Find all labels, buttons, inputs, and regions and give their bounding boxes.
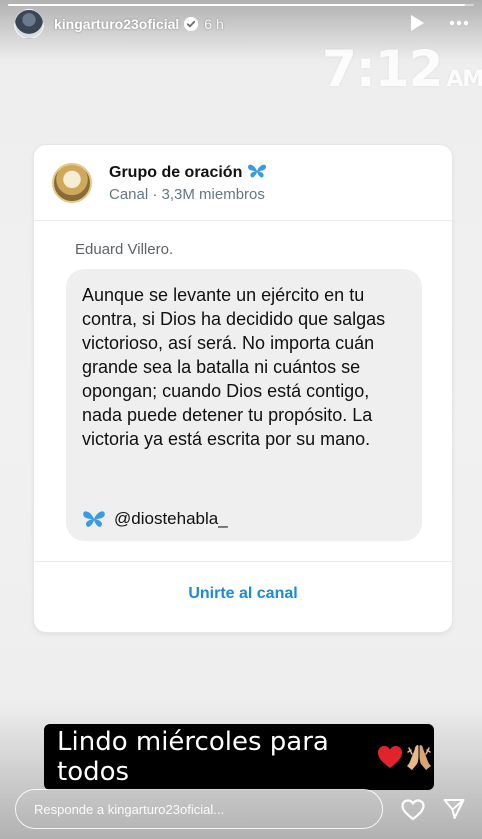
handle-text: @diostehabla_: [114, 509, 228, 528]
message-handle: @diostehabla_: [82, 509, 228, 529]
divider: [34, 220, 452, 221]
channel-header: Grupo de oración Canal · 3,3M miembros: [52, 163, 267, 203]
praying-hands-icon: [407, 745, 431, 770]
message-text: Aunque se levante un ejército en tu cont…: [82, 285, 386, 449]
channel-name: Grupo de oración: [109, 163, 267, 182]
play-icon[interactable]: [406, 12, 428, 34]
post-time: 6 h: [204, 16, 224, 32]
send-icon[interactable]: [442, 797, 466, 821]
clock-time: 7:12: [322, 40, 443, 98]
message-bubble: Aunque se levante un ejército en tu cont…: [66, 269, 422, 541]
more-icon[interactable]: [448, 12, 470, 34]
story-caption: Lindo miércoles para todos: [44, 724, 434, 790]
overlay-clock: 7:12 AM: [322, 40, 482, 98]
story-progress-fill: [8, 4, 465, 6]
divider: [34, 561, 452, 562]
join-channel-button[interactable]: Unirte al canal: [34, 585, 452, 603]
butterfly-icon: [83, 511, 105, 527]
message-author: Eduard Villero.: [75, 241, 174, 258]
shared-channel-card[interactable]: Grupo de oración Canal · 3,3M miembros E…: [34, 145, 452, 632]
channel-info: Grupo de oración Canal · 3,3M miembros: [109, 163, 267, 203]
channel-name-text: Grupo de oración: [109, 164, 243, 181]
reply-input[interactable]: Responde a kingarturo23oficial...: [15, 789, 383, 829]
verified-icon: [184, 17, 199, 31]
red-heart-icon: [378, 746, 402, 768]
channel-meta: Canal · 3,3M miembros: [109, 186, 265, 203]
butterfly-icon: [247, 164, 266, 178]
caption-text: Lindo miércoles para todos: [57, 727, 329, 787]
clock-ampm: AM: [446, 67, 482, 92]
caption-emojis: [376, 742, 434, 772]
username[interactable]: kingarturo23oficial: [54, 16, 179, 32]
story-header: kingarturo23oficial 6 h: [14, 9, 224, 39]
profile-avatar[interactable]: [14, 9, 44, 39]
reply-placeholder: Responde a kingarturo23oficial...: [34, 801, 225, 817]
story-progress-bar: [8, 4, 474, 6]
heart-icon[interactable]: [400, 797, 426, 823]
channel-avatar: [52, 163, 92, 203]
